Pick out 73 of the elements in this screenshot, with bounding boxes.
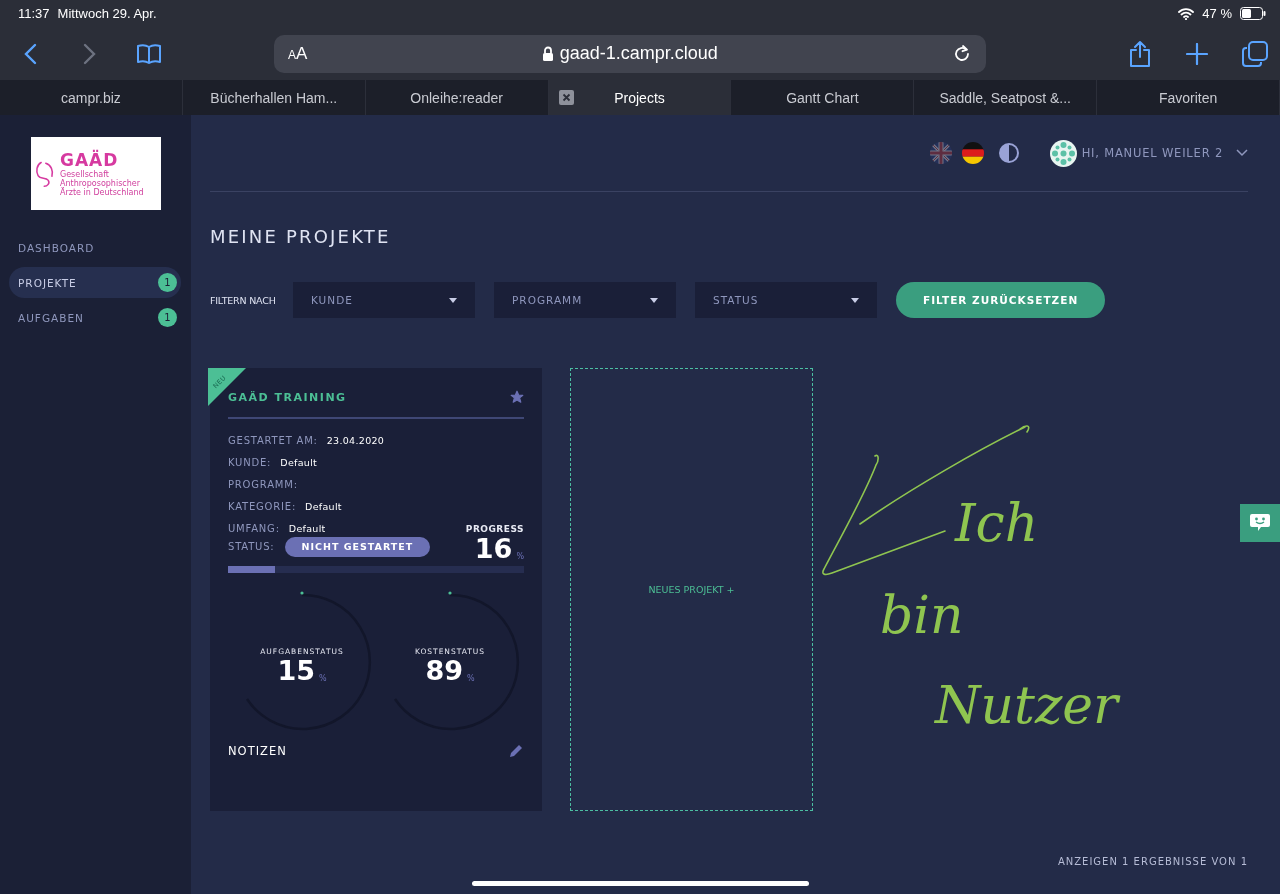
sidebar-item[interactable]: PROJEKTE 1 (9, 267, 181, 298)
percent-unit: % (516, 551, 524, 563)
field-label: KATEGORIE: (228, 501, 297, 512)
smiley-chat-icon (1249, 513, 1271, 533)
filter-label: FILTERN NACH (210, 294, 277, 306)
german-flag-icon[interactable] (961, 142, 984, 164)
uk-flag-icon[interactable] (929, 142, 952, 164)
handwritten-note: bin (880, 589, 964, 641)
sidebar-label: AUFGABEN (18, 311, 84, 324)
contrast-icon[interactable] (997, 142, 1020, 164)
notes-heading: NOTIZEN (228, 743, 287, 758)
count-badge: 1 (158, 273, 177, 292)
lock-icon (541, 46, 554, 61)
pencil-icon[interactable] (508, 742, 524, 759)
field-label: KUNDE: (228, 457, 272, 468)
chevron-down-icon (1236, 149, 1248, 157)
share-icon[interactable] (1128, 39, 1152, 68)
caret-icon (851, 297, 859, 303)
address-text: gaad-1.campr.cloud (559, 43, 718, 64)
percent-unit: % (467, 674, 475, 686)
caret-icon (650, 297, 658, 303)
new-project-tile[interactable]: NEUES PROJEKT + (570, 368, 813, 811)
date-text: Mittwoch 29. Apr. (57, 6, 157, 21)
star-icon[interactable] (510, 390, 524, 404)
field-value: Default (288, 523, 326, 534)
feedback-button[interactable] (1240, 504, 1280, 542)
clock-time: 11:37 (18, 6, 50, 21)
logo-name: GAÄD (60, 150, 120, 170)
address-bar[interactable]: AA gaad-1.campr.cloud (274, 34, 986, 73)
user-menu[interactable]: HI, MANUEL WEILER 2 (1049, 139, 1248, 167)
results-count: ANZEIGEN 1 ERGEBNISSE VON 1 (1057, 856, 1248, 867)
browser-tab[interactable]: Favoriten (1097, 80, 1280, 115)
status-pill: NICHT GESTARTET (284, 536, 431, 557)
plus-icon[interactable] (1186, 42, 1208, 65)
filter-dropdown[interactable]: PROGRAMM (494, 282, 676, 318)
battery-percent: 47 % (1202, 6, 1232, 21)
text-size-button[interactable]: AA (288, 43, 308, 64)
progress-label: PROGRESS (465, 524, 524, 534)
battery-icon (1240, 7, 1266, 20)
handwritten-note: Ich (955, 497, 1039, 549)
browser-tab[interactable]: Projects (548, 80, 732, 115)
percent-unit: % (319, 674, 327, 686)
sidebar-item[interactable]: AUFGABEN 1 (9, 302, 181, 333)
field-label: UMFANG: (228, 523, 280, 534)
logo-mark-icon (35, 159, 55, 188)
caret-icon (449, 297, 457, 303)
wifi-icon (1178, 7, 1195, 20)
logo-tagline: Gesellschaft Anthroposophischer Ärzte in Deutschland (60, 170, 145, 197)
project-title: GAÄD TRAINING (228, 390, 347, 404)
gauge-value: 15 (277, 656, 315, 687)
gauge-value: 89 (425, 656, 463, 687)
browser-tab[interactable]: Gantt Chart (731, 80, 915, 115)
filter-dropdown[interactable]: KUNDE (293, 282, 475, 318)
progress-value: 16 (474, 534, 513, 564)
field-label: GESTARTET AM: (228, 435, 318, 446)
sidebar-item[interactable]: DASHBOARD (9, 232, 181, 263)
sidebar-label: DASHBOARD (18, 241, 95, 254)
field-label: PROGRAMM: (228, 479, 298, 490)
field-label: STATUS: (228, 541, 275, 553)
field-value: 23.04.2020 (326, 435, 385, 446)
avatar-icon (1049, 139, 1077, 167)
reload-icon[interactable] (952, 43, 972, 64)
field-value: Default (280, 457, 318, 468)
browser-tab[interactable]: Onleihe:reader (365, 80, 549, 115)
close-icon[interactable] (558, 90, 574, 105)
browser-tab[interactable]: Saddle, Seatpost &... (914, 80, 1098, 115)
count-badge: 1 (158, 308, 177, 327)
filter-dropdown[interactable]: STATUS (695, 282, 877, 318)
sidebar-label: PROJEKTE (18, 276, 77, 289)
page-title: MEINE PROJEKTE (210, 226, 392, 248)
field-value: Default (305, 501, 342, 512)
tabs-icon[interactable] (1242, 40, 1268, 67)
book-icon[interactable] (136, 42, 162, 65)
